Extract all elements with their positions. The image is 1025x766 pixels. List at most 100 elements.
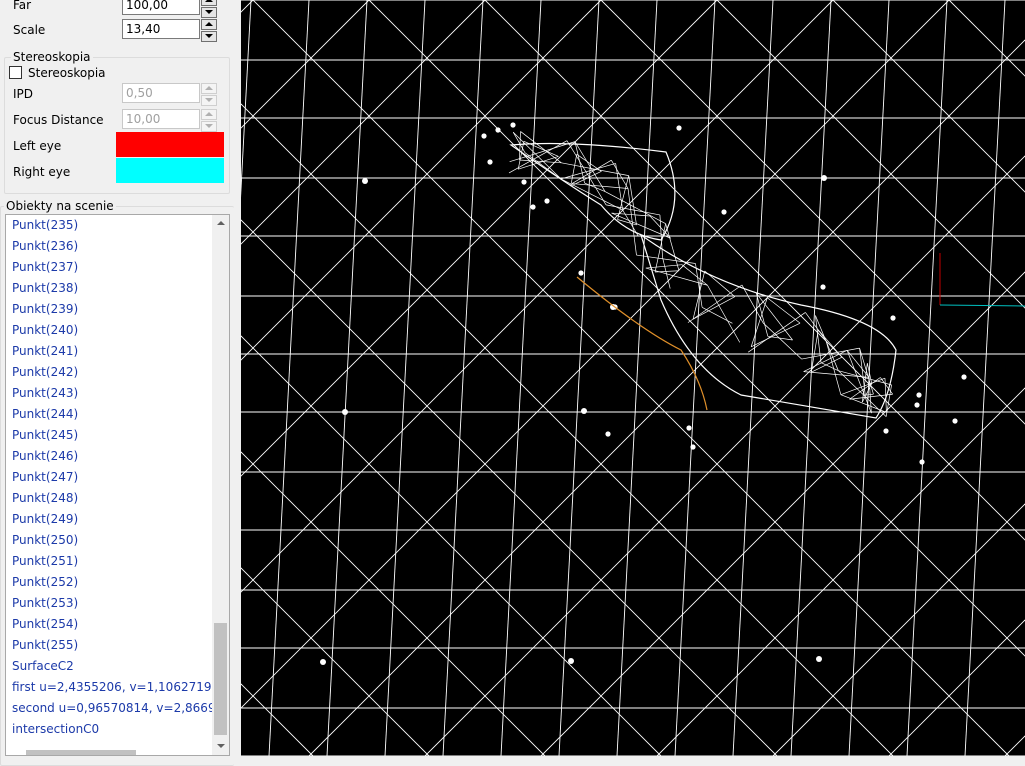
list-item[interactable]: Punkt(253) <box>6 593 229 614</box>
vertical-scrollbar[interactable] <box>212 215 229 755</box>
list-item[interactable]: Punkt(249) <box>6 509 229 530</box>
grid-vertex <box>320 659 326 665</box>
list-item[interactable]: intersectionC0 <box>6 719 229 740</box>
ipd-down-icon[interactable] <box>201 95 217 106</box>
grid-line <box>888 619 1025 756</box>
stereo-checkbox-label[interactable]: Stereoskopia <box>28 66 106 80</box>
grid-line <box>252 0 1010 756</box>
axis-x-line <box>939 304 1025 307</box>
list-item[interactable]: Punkt(250) <box>6 530 229 551</box>
grid-line <box>384 0 426 756</box>
scroll-down-icon[interactable] <box>212 738 229 755</box>
wireframe-edge <box>560 163 616 180</box>
grid-line <box>500 0 542 756</box>
list-item[interactable]: Punkt(237) <box>6 257 229 278</box>
horizontal-scroll-thumb[interactable] <box>26 750 136 755</box>
list-item[interactable]: Punkt(247) <box>6 467 229 488</box>
grid-line <box>268 0 310 756</box>
far-spinner[interactable] <box>201 0 217 18</box>
list-item[interactable]: Punkt(255) <box>6 635 229 656</box>
wireframe-edge <box>611 160 629 189</box>
list-item[interactable]: first u=2,4355206, v=1,1062719 <box>6 677 229 698</box>
wireframe-edge <box>512 131 562 180</box>
scroll-thumb[interactable] <box>214 623 227 735</box>
scale-label: Scale <box>13 23 46 37</box>
scale-down-icon[interactable] <box>201 31 217 42</box>
scale-input[interactable]: 13,40 <box>122 19 200 39</box>
grid-vertex <box>816 656 822 662</box>
list-item[interactable]: Punkt(254) <box>6 614 229 635</box>
list-item[interactable]: second u=0,96570814, v=2,8669887 <box>6 698 229 719</box>
left-eye-label: Left eye <box>13 139 62 153</box>
wireframe-edge <box>584 182 606 192</box>
objects-group-title: Obiekty na scenie <box>4 199 116 213</box>
scale-up-icon[interactable] <box>201 19 217 30</box>
ipd-up-icon[interactable] <box>201 83 217 94</box>
focus-up-icon[interactable] <box>201 109 217 120</box>
grid-line <box>241 0 370 129</box>
control-point <box>919 459 925 465</box>
list-item[interactable]: Punkt(242) <box>6 362 229 383</box>
far-label: Far <box>13 0 32 12</box>
list-item[interactable]: Punkt(235) <box>6 215 229 236</box>
list-item[interactable]: Punkt(240) <box>6 320 229 341</box>
focus-distance-input[interactable]: 10,00 <box>122 109 200 129</box>
list-item[interactable]: Punkt(245) <box>6 425 229 446</box>
grid-line <box>558 0 600 756</box>
control-point <box>820 284 826 290</box>
list-item[interactable]: SurfaceC2 <box>6 656 229 677</box>
grid-line <box>241 0 486 245</box>
properties-panel: Far 100,00 Scale 13,40 Stereoskopia Ster… <box>0 0 241 766</box>
grid-vertex <box>362 178 368 184</box>
stereo-group-title: Stereoskopia <box>11 50 93 64</box>
right-eye-color-swatch[interactable] <box>116 158 224 183</box>
scroll-up-icon[interactable] <box>212 215 229 232</box>
list-item[interactable]: Punkt(238) <box>6 278 229 299</box>
far-input[interactable]: 100,00 <box>122 0 200 15</box>
list-item[interactable]: Punkt(251) <box>6 551 229 572</box>
far-down-icon[interactable] <box>201 7 217 18</box>
3d-viewport[interactable] <box>241 0 1025 756</box>
list-item[interactable]: Punkt(239) <box>6 299 229 320</box>
list-item[interactable]: Punkt(236) <box>6 236 229 257</box>
wireframe-edge <box>687 284 743 323</box>
stereo-checkbox[interactable] <box>9 66 22 79</box>
ipd-input[interactable]: 0,50 <box>122 83 200 103</box>
list-item[interactable]: Punkt(246) <box>6 446 229 467</box>
control-point <box>890 315 896 321</box>
focus-distance-spinner[interactable] <box>201 109 217 132</box>
focus-distance-label: Focus Distance <box>13 113 104 127</box>
grid-line <box>540 271 1025 756</box>
list-item[interactable]: Punkt(244) <box>6 404 229 425</box>
grid-line <box>484 0 1025 541</box>
list-item[interactable]: Punkt(243) <box>6 383 229 404</box>
list-item[interactable]: Punkt(248) <box>6 488 229 509</box>
grid-line <box>1004 735 1025 756</box>
grid-line <box>241 0 254 13</box>
focus-down-icon[interactable] <box>201 121 217 132</box>
list-item[interactable]: Punkt(241) <box>6 341 229 362</box>
left-eye-color-swatch[interactable] <box>116 132 224 157</box>
control-point <box>914 402 920 408</box>
list-item[interactable]: Punkt(252) <box>6 572 229 593</box>
scene-objects-list[interactable]: Punkt(235) Punkt(236) Punkt(237) Punkt(238)… <box>5 214 230 756</box>
control-point <box>495 127 501 133</box>
scale-spinner[interactable] <box>201 19 217 42</box>
wireframe-edge <box>628 175 637 226</box>
control-point <box>961 374 967 380</box>
wireframe-edge <box>756 292 793 341</box>
wireframe-edge <box>617 175 630 220</box>
wireframe-edge <box>840 377 886 396</box>
grid-line <box>656 387 1025 756</box>
ipd-spinner[interactable] <box>201 83 217 106</box>
right-eye-label: Right eye <box>13 165 71 179</box>
scene-canvas <box>241 0 1025 756</box>
grid-vertex <box>342 409 348 415</box>
control-point <box>686 425 692 431</box>
wireframe-edge <box>803 350 848 372</box>
wireframe-edge <box>751 322 801 348</box>
ipd-label: IPD <box>13 87 34 101</box>
control-point <box>721 209 727 215</box>
far-up-icon[interactable] <box>201 0 217 6</box>
wireframe-edge <box>707 285 741 343</box>
